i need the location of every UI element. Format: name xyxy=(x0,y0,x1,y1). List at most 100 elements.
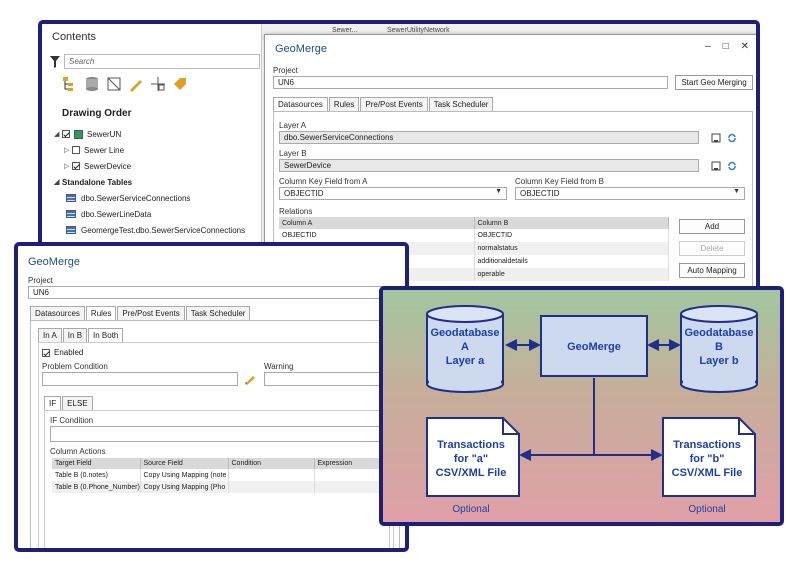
tree-item-sewer-line[interactable]: ▷ Sewer Line xyxy=(54,142,259,158)
column-header[interactable]: Expression xyxy=(314,458,382,469)
tree-item-sewerun[interactable]: ◢ SewerUN xyxy=(54,126,259,142)
list-by-labeling-icon[interactable] xyxy=(172,76,188,92)
tree-item-label: dbo.SewerServiceConnections xyxy=(81,193,191,203)
tab-task-scheduler[interactable]: Task Scheduler xyxy=(428,97,494,111)
table-row[interactable]: Table B (0.Phone_Number) Copy Using Mapp… xyxy=(52,481,382,493)
project-label: Project xyxy=(28,276,53,285)
column-header[interactable]: Target Field xyxy=(52,458,141,469)
table-cell: normalstatus xyxy=(474,242,669,255)
tree-item-table[interactable]: dbo.SewerServiceConnections xyxy=(54,190,259,206)
list-by-data-source-icon[interactable] xyxy=(84,76,100,92)
file-b-line2: for "b" xyxy=(690,453,725,465)
refresh-icon[interactable] xyxy=(727,133,737,143)
optional-a-label: Optional xyxy=(452,504,489,515)
expand-icon[interactable]: ▷ xyxy=(64,146,72,154)
enabled-row: Enabled xyxy=(42,348,83,357)
table-icon xyxy=(66,194,76,202)
tree-item-table[interactable]: GeomergeTest.dbo.SewerServiceConnections xyxy=(54,222,259,238)
tree-item-label: SewerDevice xyxy=(84,161,132,171)
start-geo-merging-button[interactable]: Start Geo Merging xyxy=(675,75,753,90)
close-icon[interactable]: ✕ xyxy=(741,41,749,52)
file-b-line1: Transactions xyxy=(673,439,741,451)
background-tab[interactable]: Sewer... xyxy=(332,27,357,34)
table-cell xyxy=(228,469,315,481)
delete-button[interactable]: Delete xyxy=(679,241,745,256)
maximize-icon[interactable]: □ xyxy=(723,41,729,52)
background-tab[interactable]: SewerUtilityNetwork xyxy=(387,27,450,34)
diagram-canvas: Geodatabase A Layer a GeoMerge Geodataba… xyxy=(426,305,758,515)
dialog-tabs: Datasources Rules Pre/Post Events Task S… xyxy=(30,306,251,320)
contents-search-input[interactable]: Search xyxy=(64,54,260,69)
geomerge-diagram: Geodatabase A Layer a GeoMerge Geodataba… xyxy=(379,286,784,526)
warning-field[interactable] xyxy=(264,372,388,386)
window-controls: – □ ✕ xyxy=(705,41,749,52)
list-by-drawing-order-icon[interactable] xyxy=(62,76,78,92)
table-cell: Table B (0.Phone_Number) xyxy=(52,481,141,493)
tree-item-sewerdevice[interactable]: ▷ SewerDevice xyxy=(54,158,259,174)
database-icon[interactable] xyxy=(711,161,721,171)
problem-condition-field[interactable] xyxy=(42,372,238,386)
layer-tree: ◢ SewerUN ▷ Sewer Line ▷ SewerDevice ◢ S… xyxy=(54,126,259,238)
tab-rules[interactable]: Rules xyxy=(85,306,117,320)
tab-task-scheduler[interactable]: Task Scheduler xyxy=(185,306,251,320)
visibility-checkbox[interactable] xyxy=(72,146,80,154)
visibility-checkbox[interactable] xyxy=(62,130,70,138)
pencil-icon[interactable] xyxy=(244,373,256,385)
tree-item-table[interactable]: dbo.SewerLineData xyxy=(54,206,259,222)
if-condition-field[interactable] xyxy=(50,426,384,442)
key-b-dropdown[interactable]: OBJECTID ▼ xyxy=(515,187,745,200)
list-by-selection-icon[interactable] xyxy=(106,76,122,92)
layer-b-field[interactable]: SewerDevice xyxy=(279,159,699,172)
visibility-checkbox[interactable] xyxy=(72,162,80,170)
tree-section-standalone-tables[interactable]: ◢ Standalone Tables xyxy=(54,174,259,190)
collapse-icon[interactable]: ◢ xyxy=(54,178,62,186)
tab-else[interactable]: ELSE xyxy=(62,396,93,410)
tab-rules[interactable]: Rules xyxy=(328,97,360,111)
auto-mapping-button[interactable]: Auto Mapping xyxy=(679,263,745,278)
project-label: Project xyxy=(273,66,298,75)
tab-if[interactable]: IF xyxy=(44,396,62,410)
column-actions-label: Column Actions xyxy=(50,447,106,456)
collapse-icon[interactable]: ◢ xyxy=(54,130,62,138)
file-a-line1: Transactions xyxy=(437,439,505,451)
add-button[interactable]: Add xyxy=(679,219,745,234)
filter-icon[interactable] xyxy=(50,56,60,68)
table-cell xyxy=(314,469,382,481)
tab-in-a[interactable]: In A xyxy=(38,328,62,342)
db-a-line1: Geodatabase xyxy=(430,327,499,339)
tab-datasources[interactable]: Datasources xyxy=(30,306,85,320)
database-icon[interactable] xyxy=(711,133,721,143)
enabled-checkbox[interactable] xyxy=(42,348,50,357)
tab-pre-post-events[interactable]: Pre/Post Events xyxy=(360,97,428,111)
tab-in-both[interactable]: In Both xyxy=(88,328,124,342)
table-cell: Copy Using Mapping (note xyxy=(140,469,229,481)
expand-icon[interactable]: ▷ xyxy=(64,162,72,170)
geomerge-label: GeoMerge xyxy=(567,341,621,353)
tree-item-label: Standalone Tables xyxy=(62,177,133,187)
tree-item-label: dbo.SewerLineData xyxy=(81,209,152,219)
column-header[interactable]: Column A xyxy=(279,217,475,229)
project-field[interactable]: UN6 xyxy=(273,76,668,89)
refresh-icon[interactable] xyxy=(727,161,737,171)
project-field[interactable]: UN6 xyxy=(28,286,398,299)
tab-datasources[interactable]: Datasources xyxy=(273,97,328,111)
list-by-editing-icon[interactable] xyxy=(128,76,144,92)
table-cell: operable xyxy=(474,268,669,281)
table-row[interactable]: OBJECTID OBJECTID xyxy=(279,229,669,242)
column-header[interactable]: Column B xyxy=(474,217,669,229)
column-header[interactable]: Source Field xyxy=(140,458,229,469)
layer-b-label: Layer B xyxy=(279,149,307,158)
key-a-dropdown[interactable]: OBJECTID ▼ xyxy=(279,187,507,200)
table-row[interactable]: Table B (0.notes) Copy Using Mapping (no… xyxy=(52,469,382,481)
layer-a-field[interactable]: dbo.SewerServiceConnections xyxy=(279,131,699,144)
tab-in-b[interactable]: In B xyxy=(62,328,88,342)
minimize-icon[interactable]: – xyxy=(705,41,711,52)
tab-pre-post-events[interactable]: Pre/Post Events xyxy=(117,306,185,320)
file-b-line3: CSV/XML File xyxy=(672,467,743,479)
db-a-line2: A xyxy=(461,341,469,353)
column-header[interactable]: Condition xyxy=(228,458,315,469)
problem-condition-label: Problem Condition xyxy=(42,362,108,371)
list-by-snapping-icon[interactable] xyxy=(150,76,166,92)
optional-b-label: Optional xyxy=(688,504,725,515)
branch-tabs: IF ELSE xyxy=(44,396,94,410)
